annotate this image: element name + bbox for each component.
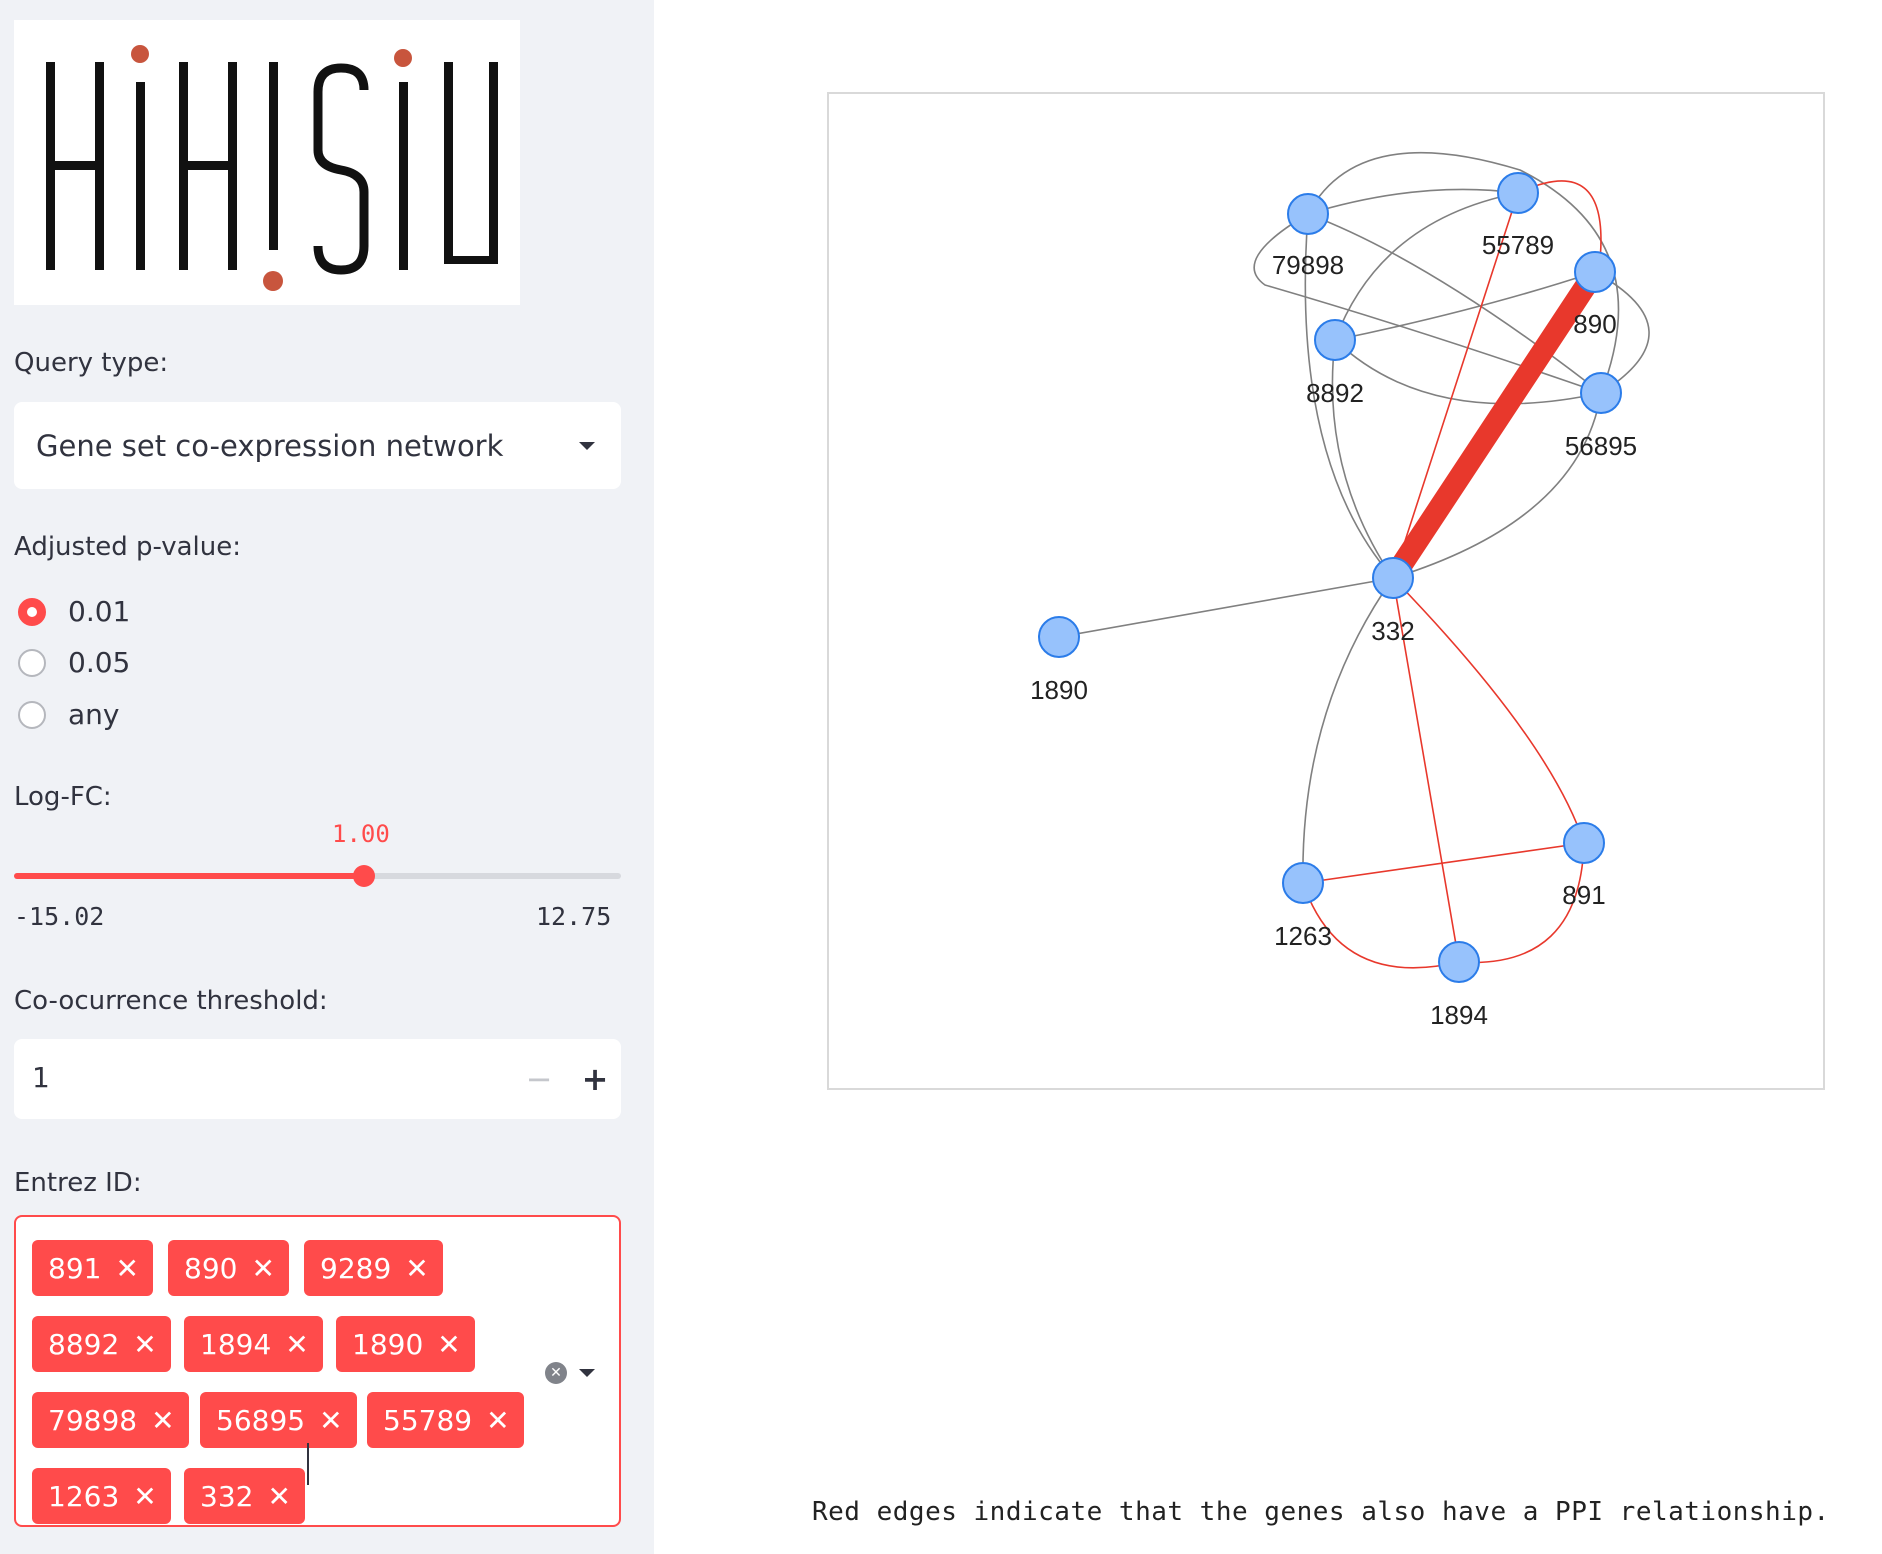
sidebar: Query type: Gene set co-expression netwo…: [0, 0, 654, 1554]
tag-label: 8892: [48, 1327, 120, 1361]
tag-label: 56895: [216, 1403, 306, 1437]
radio-label: any: [68, 698, 120, 731]
logfc-slider-track[interactable]: [14, 865, 621, 887]
tag-891: 891 ✕: [32, 1240, 153, 1296]
tag-890: 890 ✕: [168, 1240, 289, 1296]
close-icon[interactable]: ✕: [285, 1328, 308, 1361]
radio-pvalue-any[interactable]: any: [18, 698, 119, 731]
query-type-select[interactable]: Gene set co-expression network: [14, 402, 621, 489]
radio-checked-icon: [18, 597, 46, 626]
tag-9289: 9289 ✕: [304, 1240, 443, 1296]
logfc-slider-max: 12.75: [536, 902, 612, 931]
cooccurrence-label: Co-ocurrence threshold:: [14, 986, 328, 1016]
close-icon[interactable]: ✕: [115, 1252, 138, 1285]
increment-button[interactable]: +: [567, 1051, 623, 1107]
tag-332: 332 ✕: [184, 1468, 305, 1524]
network-graph-frame: [827, 92, 1825, 1090]
close-icon[interactable]: ✕: [437, 1328, 460, 1361]
chevron-down-icon: [579, 442, 595, 450]
tag-label: 891: [48, 1251, 102, 1285]
tag-label: 890: [184, 1251, 238, 1285]
clear-all-icon[interactable]: ✕: [545, 1362, 567, 1384]
close-icon[interactable]: ✕: [405, 1252, 428, 1285]
radio-label: 0.01: [68, 595, 131, 628]
pvalue-label: Adjusted p-value:: [14, 532, 242, 562]
tag-55789: 55789 ✕: [367, 1392, 524, 1448]
query-type-value: Gene set co-expression network: [36, 428, 504, 463]
radio-pvalue-005[interactable]: 0.05: [18, 646, 130, 679]
cooccurrence-input[interactable]: 1: [32, 1061, 50, 1094]
close-icon[interactable]: ✕: [486, 1404, 509, 1437]
radio-pvalue-001[interactable]: 0.01: [18, 595, 130, 628]
logfc-slider-thumb[interactable]: [353, 865, 375, 887]
logfc-label: Log-FC:: [14, 782, 112, 812]
radio-unchecked-icon: [18, 700, 46, 729]
chevron-down-icon[interactable]: [579, 1369, 595, 1377]
tag-label: 9289: [320, 1251, 392, 1285]
tag-79898: 79898 ✕: [32, 1392, 189, 1448]
tag-label: 1890: [352, 1327, 424, 1361]
tag-8892: 8892 ✕: [32, 1316, 171, 1372]
close-icon[interactable]: ✕: [133, 1480, 156, 1513]
tag-label: 1263: [48, 1479, 120, 1513]
cooccurrence-stepper: 1 − +: [14, 1039, 621, 1119]
radio-label: 0.05: [68, 646, 131, 679]
tag-1263: 1263 ✕: [32, 1468, 171, 1524]
query-type-label: Query type:: [14, 348, 169, 378]
decrement-button[interactable]: −: [511, 1051, 567, 1107]
close-icon[interactable]: ✕: [151, 1404, 174, 1437]
radio-unchecked-icon: [18, 648, 46, 677]
app-logo: [14, 20, 520, 305]
tag-1894: 1894 ✕: [184, 1316, 323, 1372]
close-icon[interactable]: ✕: [319, 1404, 342, 1437]
close-icon[interactable]: ✕: [133, 1328, 156, 1361]
logfc-slider-value: 1.00: [332, 820, 390, 848]
tag-label: 79898: [48, 1403, 138, 1437]
logfc-slider-fill: [14, 873, 364, 879]
tag-1890: 1890 ✕: [336, 1316, 475, 1372]
tag-label: 55789: [383, 1403, 473, 1437]
text-cursor: [307, 1443, 309, 1485]
tag-label: 1894: [200, 1327, 272, 1361]
tag-56895: 56895 ✕: [200, 1392, 357, 1448]
close-icon[interactable]: ✕: [267, 1480, 290, 1513]
graph-caption: Red edges indicate that the genes also h…: [812, 1497, 1830, 1527]
logfc-slider-min: -15.02: [14, 902, 105, 931]
entrez-label: Entrez ID:: [14, 1168, 142, 1198]
tag-label: 332: [200, 1479, 254, 1513]
close-icon[interactable]: ✕: [251, 1252, 274, 1285]
